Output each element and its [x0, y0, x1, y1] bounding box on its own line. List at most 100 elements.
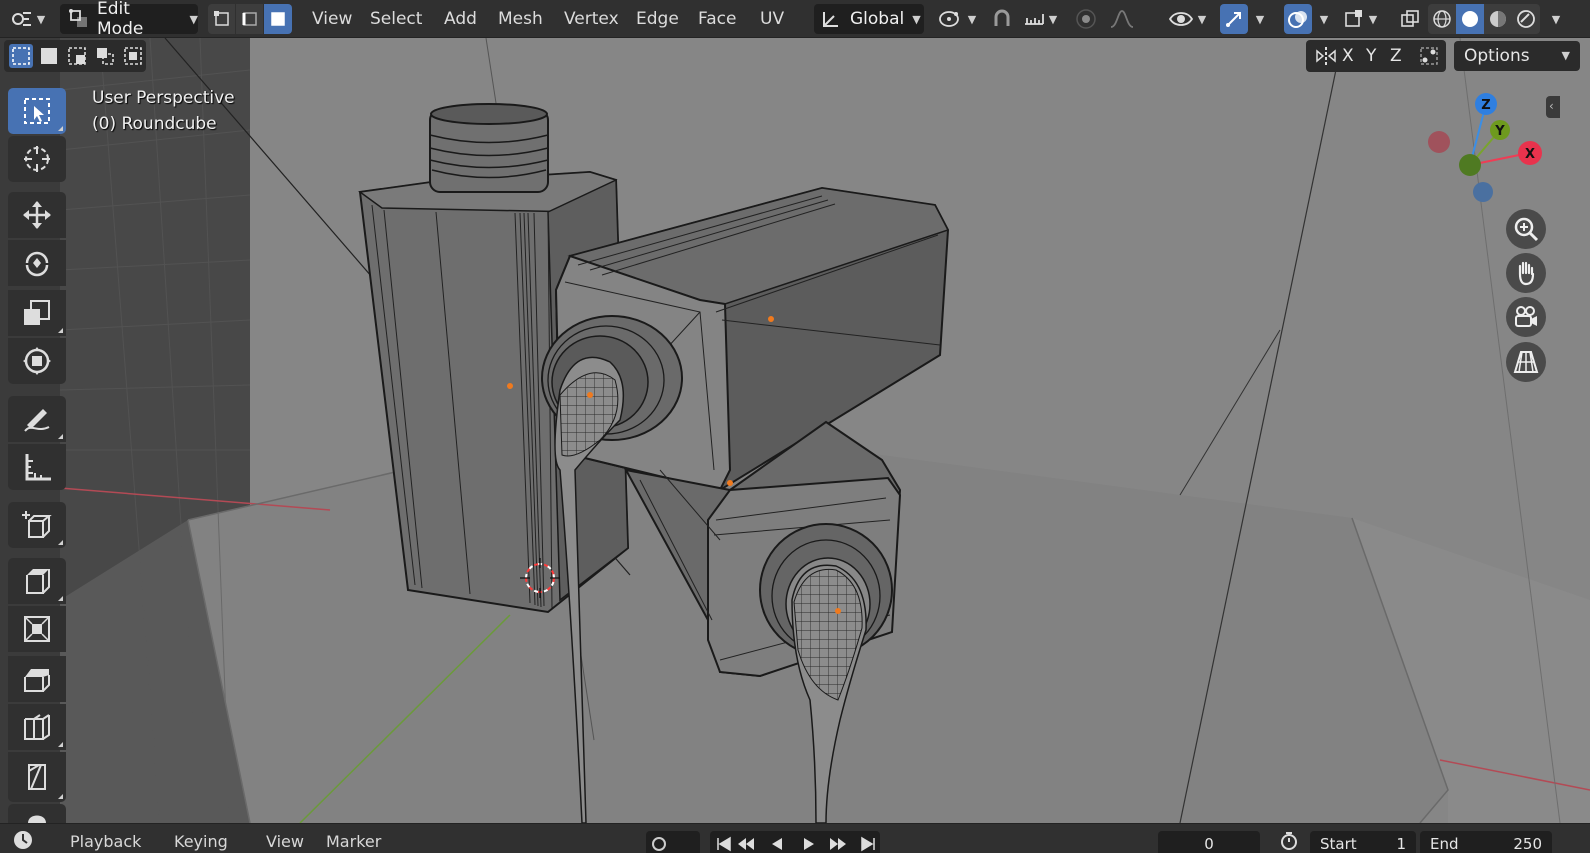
vertex-select-button[interactable] — [208, 4, 235, 34]
chevron-down-icon: ▼ — [912, 12, 921, 26]
snap-target-dropdown[interactable]: ▼ — [1018, 4, 1062, 34]
tool-inset-faces[interactable] — [8, 606, 66, 652]
tool-scale[interactable] — [8, 290, 66, 336]
mode-dropdown[interactable]: Edit Mode ▼ — [60, 0, 198, 39]
wireframe-shading-button[interactable] — [1428, 4, 1456, 34]
select-extend-button[interactable] — [37, 44, 61, 68]
menu-select[interactable]: Select — [362, 4, 430, 34]
tool-transform[interactable] — [8, 338, 66, 384]
editor-type-button[interactable]: ▼ — [6, 4, 50, 34]
tool-cursor[interactable] — [8, 136, 66, 182]
solid-shading-icon — [1459, 8, 1481, 30]
rendered-shading-button[interactable] — [1512, 4, 1540, 34]
menu-view[interactable]: View — [304, 4, 360, 34]
overlay-icon — [1287, 8, 1309, 30]
pivot-point-dropdown[interactable]: ▼ — [934, 4, 980, 34]
material-shading-button[interactable] — [1484, 4, 1512, 34]
gizmo-icon — [1223, 8, 1245, 30]
overlay-toggle[interactable] — [1284, 4, 1312, 34]
start-frame-field[interactable]: Start 1 — [1310, 831, 1416, 853]
zoom-button[interactable] — [1506, 209, 1546, 249]
auto-merge-icon[interactable] — [1418, 45, 1440, 67]
pan-button[interactable] — [1506, 253, 1546, 293]
snap-icon — [991, 8, 1013, 30]
options-dropdown[interactable]: Options ▼ — [1454, 41, 1580, 71]
tool-extrude-region[interactable] — [8, 558, 66, 604]
tool-rotate[interactable] — [8, 240, 66, 286]
scene-canvas[interactable]: Z Y X — [0, 38, 1590, 823]
3d-viewport[interactable]: Z Y X — [0, 38, 1590, 823]
playback-controls[interactable] — [710, 831, 880, 853]
chevron-down-icon: ▼ — [1048, 12, 1058, 26]
tool-add-cube[interactable] — [8, 502, 66, 548]
current-frame-field[interactable]: 0 — [1158, 831, 1260, 853]
face-select-button[interactable] — [264, 4, 292, 34]
shading-dropdown[interactable]: ▼ — [1544, 4, 1564, 34]
timeline-menu-marker[interactable]: Marker — [326, 832, 381, 851]
timeline-menu-view[interactable]: View — [266, 832, 304, 851]
mirror-x-toggle[interactable]: X — [1342, 40, 1354, 72]
tool-move[interactable] — [8, 192, 66, 238]
gizmo-neg-x[interactable] — [1428, 131, 1450, 153]
snap-toggle[interactable] — [988, 4, 1016, 34]
hand-icon — [1513, 260, 1539, 286]
select-subtract-button[interactable] — [65, 44, 89, 68]
solid-shading-button[interactable] — [1456, 4, 1484, 34]
keyframe-toggle[interactable] — [646, 831, 700, 853]
transform-icon — [21, 345, 53, 377]
tool-flyout-indicator — [58, 596, 63, 601]
menu-edge[interactable]: Edge — [628, 4, 687, 34]
proportional-edit-toggle[interactable] — [1072, 4, 1100, 34]
tool-select-box[interactable] — [8, 88, 66, 134]
select-new-button[interactable] — [9, 44, 33, 68]
gizmo-neg-z[interactable] — [1473, 182, 1493, 202]
mirror-y-toggle[interactable]: Y — [1366, 40, 1376, 72]
tool-bevel[interactable] — [8, 656, 66, 702]
preview-range-toggle[interactable] — [1278, 830, 1300, 852]
camera-icon — [1513, 304, 1539, 330]
mode-label: Edit Mode — [97, 0, 144, 39]
select-intersect-button[interactable] — [121, 44, 145, 68]
menu-mesh[interactable]: Mesh — [490, 4, 551, 34]
mesh-overlay-dropdown[interactable]: ▼ — [1338, 4, 1382, 34]
gizmo-toggle[interactable] — [1220, 4, 1248, 34]
tool-knife[interactable] — [8, 752, 66, 802]
playback-icons — [712, 834, 880, 853]
menu-add[interactable]: Add — [436, 4, 485, 34]
tool-annotate[interactable] — [8, 396, 66, 442]
tool-loop-cut[interactable] — [8, 704, 66, 750]
timeline-menu-playback[interactable]: Playback — [70, 832, 141, 851]
gizmo-z-label: Z — [1481, 98, 1490, 113]
sidebar-toggle[interactable]: ‹ — [1546, 96, 1560, 118]
menu-face[interactable]: Face — [690, 4, 744, 34]
falloff-dropdown[interactable] — [1102, 4, 1142, 34]
menu-uv[interactable]: UV — [752, 4, 792, 34]
visibility-dropdown[interactable]: ▼ — [1164, 4, 1210, 34]
gizmo-neg-y[interactable] — [1459, 154, 1481, 176]
camera-view-button[interactable] — [1506, 297, 1546, 337]
edge-select-button[interactable] — [236, 4, 263, 34]
overlay-dropdown[interactable]: ▼ — [1312, 4, 1332, 34]
mesh-overlay-icon — [1343, 8, 1365, 30]
tool-flyout-indicator — [58, 328, 63, 333]
tool-measure[interactable] — [8, 444, 66, 490]
rotate-icon — [21, 247, 53, 279]
options-label: Options — [1464, 46, 1530, 66]
xray-toggle[interactable] — [1396, 4, 1424, 34]
mirror-z-toggle[interactable]: Z — [1390, 40, 1402, 72]
timeline-menu-keying[interactable]: Keying — [174, 832, 228, 851]
menu-vertex[interactable]: Vertex — [556, 4, 627, 34]
scale-icon — [21, 297, 53, 329]
perspective-toggle-button[interactable] — [1506, 342, 1546, 382]
end-frame-field[interactable]: End 250 — [1420, 831, 1552, 853]
tool-spin[interactable] — [8, 804, 66, 823]
select-extend-icon — [39, 46, 59, 66]
timeline-editor-button[interactable] — [12, 829, 34, 851]
snap-increment-icon — [1023, 8, 1045, 30]
gizmo-y-label: Y — [1494, 124, 1505, 139]
tool-flyout-indicator — [58, 742, 63, 747]
gizmo-dropdown[interactable]: ▼ — [1248, 4, 1268, 34]
vertex-select-icon — [213, 10, 231, 28]
select-difference-button[interactable] — [93, 44, 117, 68]
transform-orientation-dropdown[interactable]: Global ▼ — [814, 4, 924, 34]
